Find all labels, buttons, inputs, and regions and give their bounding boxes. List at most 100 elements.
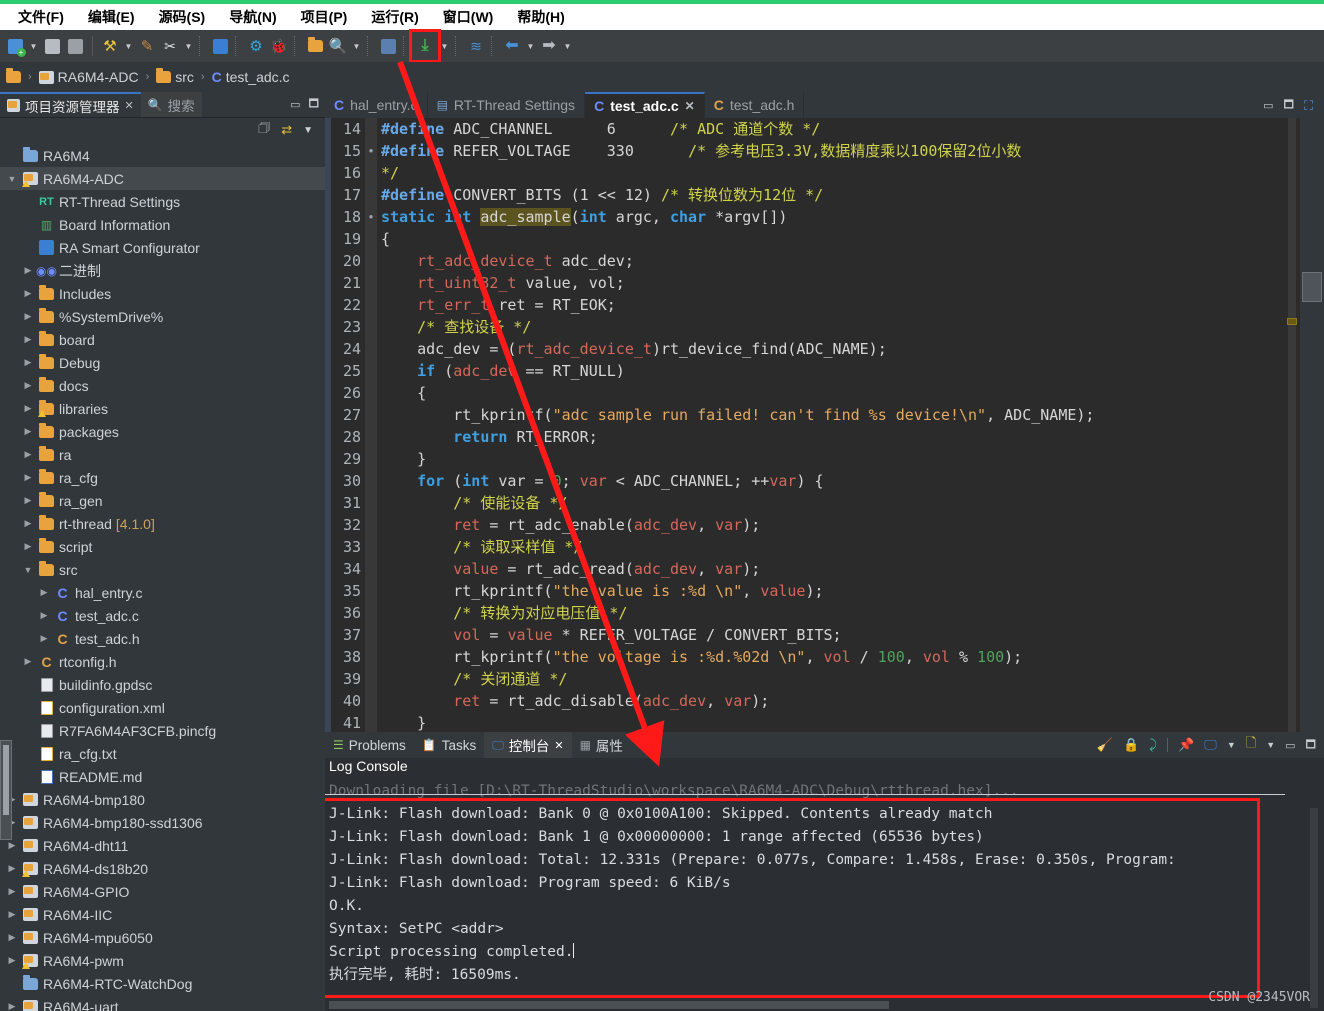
tree-item-board[interactable]: ▶ board bbox=[0, 328, 325, 351]
link-editor-icon[interactable]: ⇄ bbox=[281, 122, 292, 138]
tree-item-script[interactable]: ▶ script bbox=[0, 535, 325, 558]
tree-item-docs[interactable]: ▶ docs bbox=[0, 374, 325, 397]
menu-file[interactable]: 文件(F) bbox=[6, 5, 76, 29]
tab-console[interactable]: 🖵 控制台 ✕ bbox=[484, 732, 572, 758]
tree-item-packages[interactable]: ▶ packages bbox=[0, 420, 325, 443]
tools-icon[interactable]: ✂ bbox=[159, 35, 181, 57]
code-line[interactable]: /* 转换为对应电压值 */ bbox=[381, 602, 1300, 624]
chevron-down-icon[interactable]: ▼ bbox=[1227, 740, 1236, 750]
code-line[interactable]: } bbox=[381, 712, 1300, 732]
breadcrumb-item-src[interactable]: src bbox=[175, 69, 194, 85]
chip-icon[interactable] bbox=[377, 35, 399, 57]
tree-item-test-adc-h[interactable]: ▶ Ctest_adc.h bbox=[0, 627, 325, 650]
download-icon[interactable]: ⤓ bbox=[409, 29, 441, 63]
tree-item-ra6m4-uart[interactable]: ▶ RA6M4-uart bbox=[0, 995, 325, 1011]
twisty-collapsed-icon[interactable]: ▶ bbox=[38, 587, 50, 598]
code-line[interactable]: vol = value * REFER_VOLTAGE / CONVERT_BI… bbox=[381, 624, 1300, 646]
terminal-icon[interactable] bbox=[209, 35, 231, 57]
minimize-icon[interactable]: ▭ bbox=[1263, 99, 1273, 112]
tree-item-libraries[interactable]: ▶ libraries bbox=[0, 397, 325, 420]
tree-item-ra6m4[interactable]: RA6M4 bbox=[0, 144, 325, 167]
back-icon[interactable]: ⬅ bbox=[501, 35, 523, 57]
twisty-collapsed-icon[interactable]: ▶ bbox=[22, 403, 34, 414]
code-line[interactable]: adc_dev = (rt_adc_device_t)rt_device_fin… bbox=[381, 338, 1300, 360]
tab-search[interactable]: 🔍 搜索 bbox=[140, 92, 202, 117]
new-file-icon[interactable]: + bbox=[4, 35, 26, 57]
debug-icon[interactable]: 🐞 bbox=[268, 35, 290, 57]
code-line[interactable]: if (adc_dev == RT_NULL) bbox=[381, 360, 1300, 382]
twisty-collapsed-icon[interactable]: ▶ bbox=[6, 886, 18, 897]
tree-item-ra-gen[interactable]: ▶ ra_gen bbox=[0, 489, 325, 512]
tab-problems[interactable]: ☰ Problems bbox=[325, 732, 414, 758]
tree-item-ra6m4-bmp180[interactable]: ▶RA6M4-bmp180 bbox=[0, 788, 325, 811]
new-file-dropdown-icon[interactable]: ▼ bbox=[27, 35, 40, 57]
save-icon[interactable] bbox=[41, 35, 63, 57]
twisty-collapsed-icon[interactable]: ▶ bbox=[22, 311, 34, 322]
editor-tab-rt-thread-settings[interactable]: ▤ RT-Thread Settings bbox=[427, 92, 586, 118]
tree-item-ra6m4-dht11[interactable]: ▶ RA6M4-dht11 bbox=[0, 834, 325, 857]
clear-icon[interactable]: 🧹 bbox=[1097, 737, 1113, 753]
tree-item-rt-thread-settings[interactable]: RT RT-Thread Settings bbox=[0, 190, 325, 213]
twisty-collapsed-icon[interactable]: ▶ bbox=[22, 541, 34, 552]
editor-vertical-scrollbar[interactable] bbox=[1288, 118, 1296, 732]
build-icon[interactable]: ⚒ bbox=[99, 35, 121, 57]
tab-project-explorer[interactable]: 项目资源管理器 ✕ bbox=[0, 92, 141, 117]
tab-properties[interactable]: ▦ 属性 bbox=[571, 732, 631, 758]
code-line[interactable]: static int adc_sample(int argc, char *ar… bbox=[381, 206, 1300, 228]
tree-item-debug[interactable]: ▶ Debug bbox=[0, 351, 325, 374]
breadcrumb-item-project[interactable]: RA6M4-ADC bbox=[58, 69, 139, 85]
forward-dropdown-icon[interactable]: ▼ bbox=[561, 35, 574, 57]
tree-item-ra[interactable]: ▶ ra bbox=[0, 443, 325, 466]
project-icon[interactable] bbox=[38, 70, 54, 84]
tools-dropdown-icon[interactable]: ▼ bbox=[182, 35, 195, 57]
twisty-expanded-icon[interactable]: ▼ bbox=[6, 174, 18, 184]
source-code[interactable]: #define ADC_CHANNEL 6 /* ADC 通道个数 */ #def… bbox=[377, 118, 1300, 732]
open-console-icon[interactable]: 🗋 bbox=[1246, 734, 1256, 756]
twisty-collapsed-icon[interactable]: ▶ bbox=[38, 633, 50, 644]
code-line[interactable]: */ bbox=[381, 162, 1300, 184]
tree-item-ra6m4-iic[interactable]: ▶ RA6M4-IIC bbox=[0, 903, 325, 926]
twisty-collapsed-icon[interactable]: ▶ bbox=[6, 955, 18, 966]
back-dropdown-icon[interactable]: ▼ bbox=[524, 35, 537, 57]
twisty-collapsed-icon[interactable]: ▶ bbox=[22, 656, 34, 667]
menu-edit[interactable]: 编辑(E) bbox=[76, 5, 147, 29]
code-line[interactable]: ret = rt_adc_disable(adc_dev, var); bbox=[381, 690, 1300, 712]
code-line[interactable]: #define ADC_CHANNEL 6 /* ADC 通道个数 */ bbox=[381, 118, 1300, 140]
maximize-icon[interactable]: 🗖 bbox=[1284, 96, 1294, 115]
fold-marker-icon[interactable]: ● bbox=[365, 206, 377, 228]
tree-item-ra6m4-pwm[interactable]: ▶ RA6M4-pwm bbox=[0, 949, 325, 972]
editor-tab-test-adc-c[interactable]: C test_adc.c ✕ bbox=[585, 92, 705, 118]
folding-gutter[interactable]: ● ● bbox=[365, 118, 377, 732]
view-menu-icon[interactable]: ▼ bbox=[303, 125, 313, 136]
tree-item-ra-smart-configurator[interactable]: RA Smart Configurator bbox=[0, 236, 325, 259]
twisty-collapsed-icon[interactable]: ▶ bbox=[22, 334, 34, 345]
tree-item-test-adc-c[interactable]: ▶ Ctest_adc.c bbox=[0, 604, 325, 627]
menu-help[interactable]: 帮助(H) bbox=[505, 5, 576, 29]
twisty-collapsed-icon[interactable]: ▶ bbox=[38, 610, 50, 621]
tree-item-ra6m4-ds18b20[interactable]: ▶ RA6M4-ds18b20 bbox=[0, 857, 325, 880]
forward-icon[interactable]: ➡ bbox=[538, 35, 560, 57]
code-line[interactable]: return RT_ERROR; bbox=[381, 426, 1300, 448]
tree-item-ra6m4-adc[interactable]: ▼ RA6M4-ADC bbox=[0, 167, 325, 190]
code-line[interactable]: rt_kprintf("adc sample run failed! can't… bbox=[381, 404, 1300, 426]
maximize-icon[interactable]: 🗖 bbox=[1306, 736, 1316, 755]
tree-item-buildinfo-gpdsc[interactable]: buildinfo.gpdsc bbox=[0, 673, 325, 696]
collapse-all-icon[interactable]: 🗇 bbox=[258, 119, 270, 141]
settings-icon[interactable]: ⚙ bbox=[245, 35, 267, 57]
code-line[interactable]: #define CONVERT_BITS (1 << 12) /* 转换位数为1… bbox=[381, 184, 1300, 206]
fold-marker-icon[interactable]: ● bbox=[365, 140, 377, 162]
project-tree[interactable]: RA6M4 ▼ RA6M4-ADC RT RT-Thread Settings ▥ Boar… bbox=[0, 142, 325, 1011]
chevron-down-icon-2[interactable]: ▼ bbox=[1266, 740, 1275, 750]
tree-item-src[interactable]: ▼ src bbox=[0, 558, 325, 581]
lock-icon[interactable]: 🔒 bbox=[1123, 737, 1139, 753]
tree-item-rt-thread[interactable]: ▶ rt-thread [4.1.0] bbox=[0, 512, 325, 535]
outline-view-icon[interactable]: ⛶ bbox=[1304, 98, 1320, 114]
code-line[interactable]: rt_kprintf("the voltage is :%d.%02d \n",… bbox=[381, 646, 1300, 668]
twisty-collapsed-icon[interactable]: ▶ bbox=[22, 265, 34, 276]
menu-navigate[interactable]: 导航(N) bbox=[217, 5, 288, 29]
tree-item-systemdrive[interactable]: ▶ %SystemDrive% bbox=[0, 305, 325, 328]
code-line[interactable]: /* 查找设备 */ bbox=[381, 316, 1300, 338]
code-line[interactable]: } bbox=[381, 448, 1300, 470]
twisty-collapsed-icon[interactable]: ▶ bbox=[22, 472, 34, 483]
twisty-collapsed-icon[interactable]: ▶ bbox=[6, 863, 18, 874]
